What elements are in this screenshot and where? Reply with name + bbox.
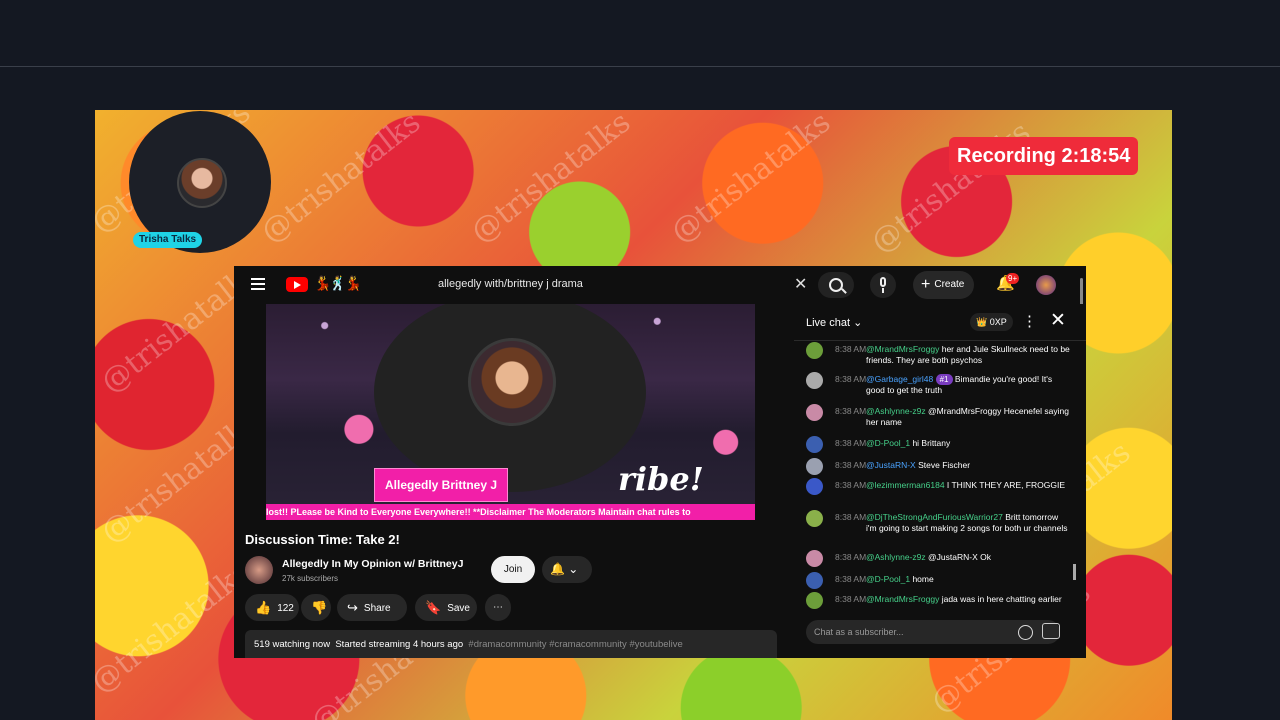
chevron-down-icon: ⌄ (568, 562, 579, 576)
watermark-text: @trishatalks (464, 110, 638, 251)
plus-icon: + (921, 276, 931, 293)
bell-icon: 🔔 (550, 562, 565, 576)
super-chat-icon[interactable] (1042, 623, 1060, 639)
dancers-icon: 💃🕺💃 (314, 275, 362, 291)
streamer-avatar (468, 338, 556, 426)
video-description[interactable]: 519 watching now Started streaming 4 hou… (245, 630, 777, 658)
save-button[interactable]: 🔖 Save (415, 594, 477, 621)
chat-avatar (806, 436, 823, 453)
chat-avatar (806, 372, 823, 389)
account-avatar[interactable] (1036, 275, 1056, 295)
notification-count-badge: 9+ (1006, 273, 1020, 284)
watermark-text: @trishatalks (95, 554, 258, 701)
scrolling-ticker: lost!! PLease be Kind to Everyone Everyw… (266, 504, 755, 520)
watching-count: 519 watching now (254, 639, 331, 650)
video-overlay-text: ribe! (618, 460, 704, 498)
join-button[interactable]: Join (491, 556, 535, 583)
save-label: Save (447, 603, 470, 614)
share-button[interactable]: ↪ Share (337, 594, 407, 621)
more-actions-button[interactable]: ⋯ (485, 594, 511, 621)
chat-avatar (806, 572, 823, 589)
menu-icon[interactable] (251, 278, 265, 290)
emoji-icon[interactable] (1018, 625, 1033, 640)
thumbs-up-icon: 👍 (255, 600, 272, 615)
share-label: Share (363, 603, 391, 614)
chat-avatar (806, 342, 823, 359)
chat-header: Live chat ⌄ 👑 0XP ⋮ ✕ (794, 304, 1086, 341)
watermark-text: @trishatalks (254, 110, 428, 251)
share-icon: ↪ (347, 600, 358, 615)
subscriber-count: 27k subscribers (282, 574, 339, 583)
recording-timer: Recording 2:18:54 (949, 137, 1139, 175)
chat-avatar (806, 550, 823, 567)
chat-avatar (806, 510, 823, 527)
youtube-header: 💃🕺💃 allegedly with/brittney j drama ✕ + C… (234, 266, 1086, 318)
video-player[interactable]: Allegedly Brittney J ribe! lost!! PLease… (266, 304, 755, 520)
chat-avatar (806, 404, 823, 421)
watermark-text: @trishatalks (664, 110, 838, 251)
search-icon (829, 278, 843, 292)
chat-avatar (806, 478, 823, 495)
microphone-icon[interactable] (870, 272, 896, 298)
bookmark-icon: 🔖 (425, 600, 442, 615)
stream-started: Started streaming 4 hours ago (335, 639, 464, 650)
search-input[interactable]: allegedly with/brittney j drama (438, 278, 583, 290)
like-count: 122 (277, 603, 294, 614)
dislike-button[interactable]: 👎 (301, 594, 331, 621)
chat-avatar (806, 458, 823, 475)
create-label: Create (934, 279, 965, 290)
top-bar (0, 0, 1280, 67)
channel-avatar[interactable] (245, 556, 273, 584)
more-options-icon[interactable]: ⋮ (1022, 312, 1037, 330)
webcam-name-tag: Trisha Talks (133, 232, 203, 248)
more-icon: ⋯ (493, 602, 503, 613)
close-chat-icon[interactable]: ✕ (1050, 309, 1066, 332)
live-chat-panel: Live chat ⌄ 👑 0XP ⋮ ✕ 8:38 AM @MrandMrsFr… (794, 304, 1086, 658)
youtube-logo-icon[interactable] (286, 277, 308, 292)
clear-search-icon[interactable]: ✕ (794, 274, 807, 294)
video-title: Discussion Time: Take 2! (245, 532, 400, 547)
youtube-window: 💃🕺💃 allegedly with/brittney j drama ✕ + C… (234, 266, 1086, 658)
chat-scrollbar[interactable] (1073, 564, 1076, 580)
webcam-avatar (177, 158, 227, 208)
subscription-bell-button[interactable]: 🔔 ⌄ (542, 556, 592, 583)
like-button[interactable]: 👍 122 (245, 594, 299, 621)
chat-avatar (806, 592, 823, 609)
rank-badge: #1 (935, 374, 953, 385)
search-button[interactable] (818, 272, 854, 298)
create-button[interactable]: + Create (913, 271, 975, 299)
chat-input[interactable]: Chat as a subscriber... (806, 620, 1060, 644)
chat-title[interactable]: Live chat ⌄ (806, 316, 862, 329)
thumbs-down-icon: 👎 (311, 600, 328, 615)
channel-name[interactable]: Allegedly In My Opinion w/ BrittneyJ (282, 558, 463, 570)
streamer-name-card: Allegedly Brittney J (374, 468, 509, 502)
hashtags[interactable]: #dramacommunity #cramacommunity #youtube… (468, 639, 682, 650)
xp-badge[interactable]: 👑 0XP (970, 313, 1013, 331)
